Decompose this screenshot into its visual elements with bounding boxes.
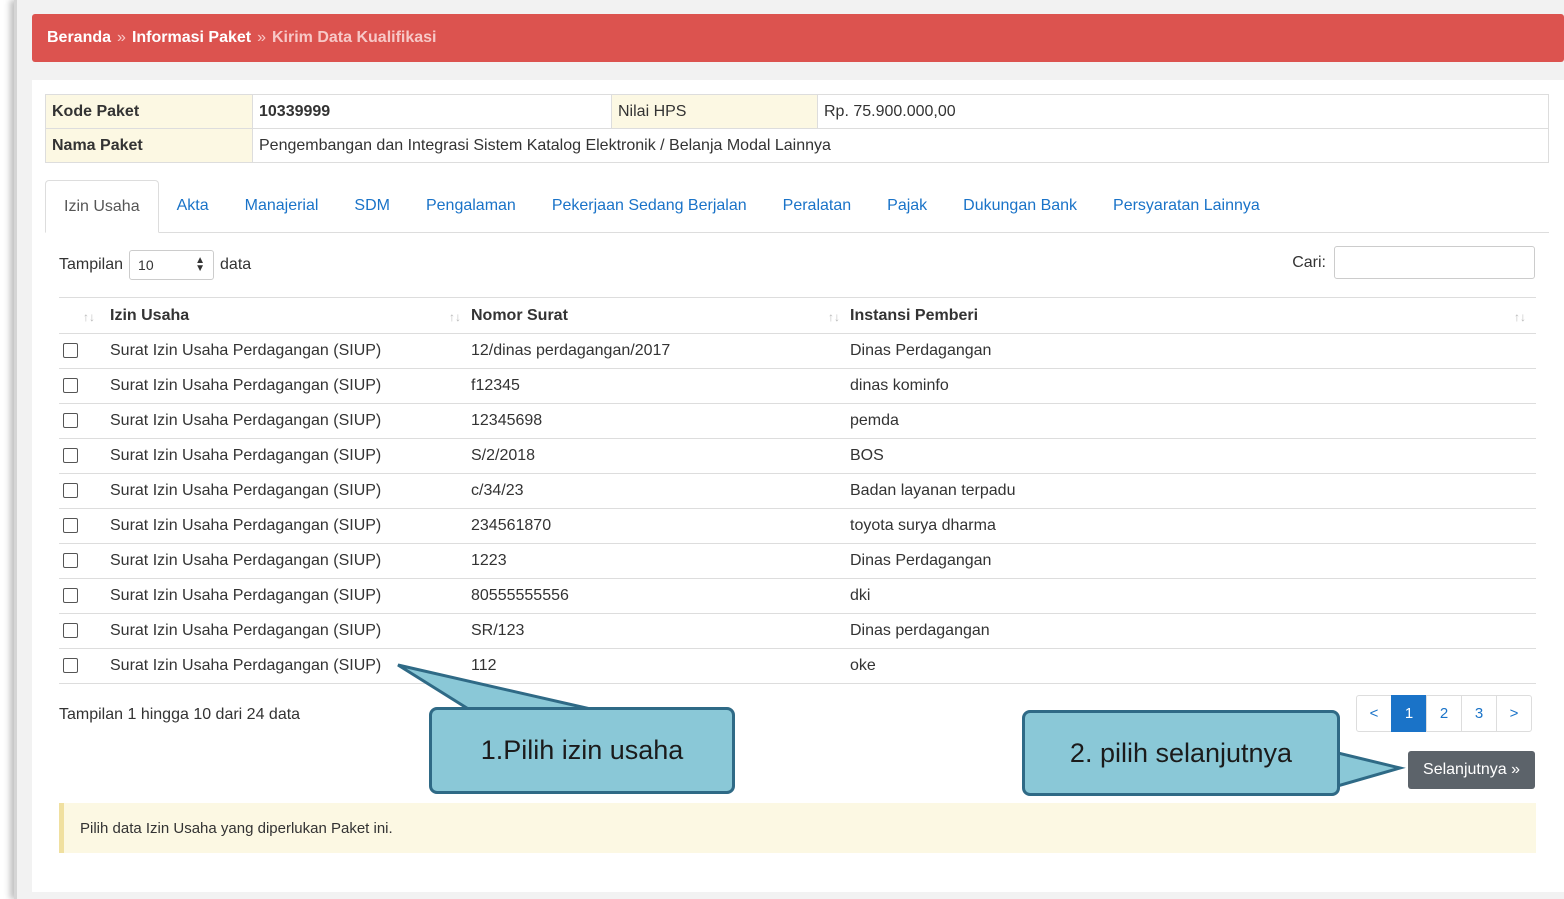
callout-pilih-izin: 1.Pilih izin usaha <box>429 707 735 794</box>
callout-pointer-2 <box>1332 750 1406 789</box>
callout-pilih-selanjutnya: 2. pilih selanjutnya <box>1022 710 1340 796</box>
callout-pointer-1 <box>397 663 596 712</box>
